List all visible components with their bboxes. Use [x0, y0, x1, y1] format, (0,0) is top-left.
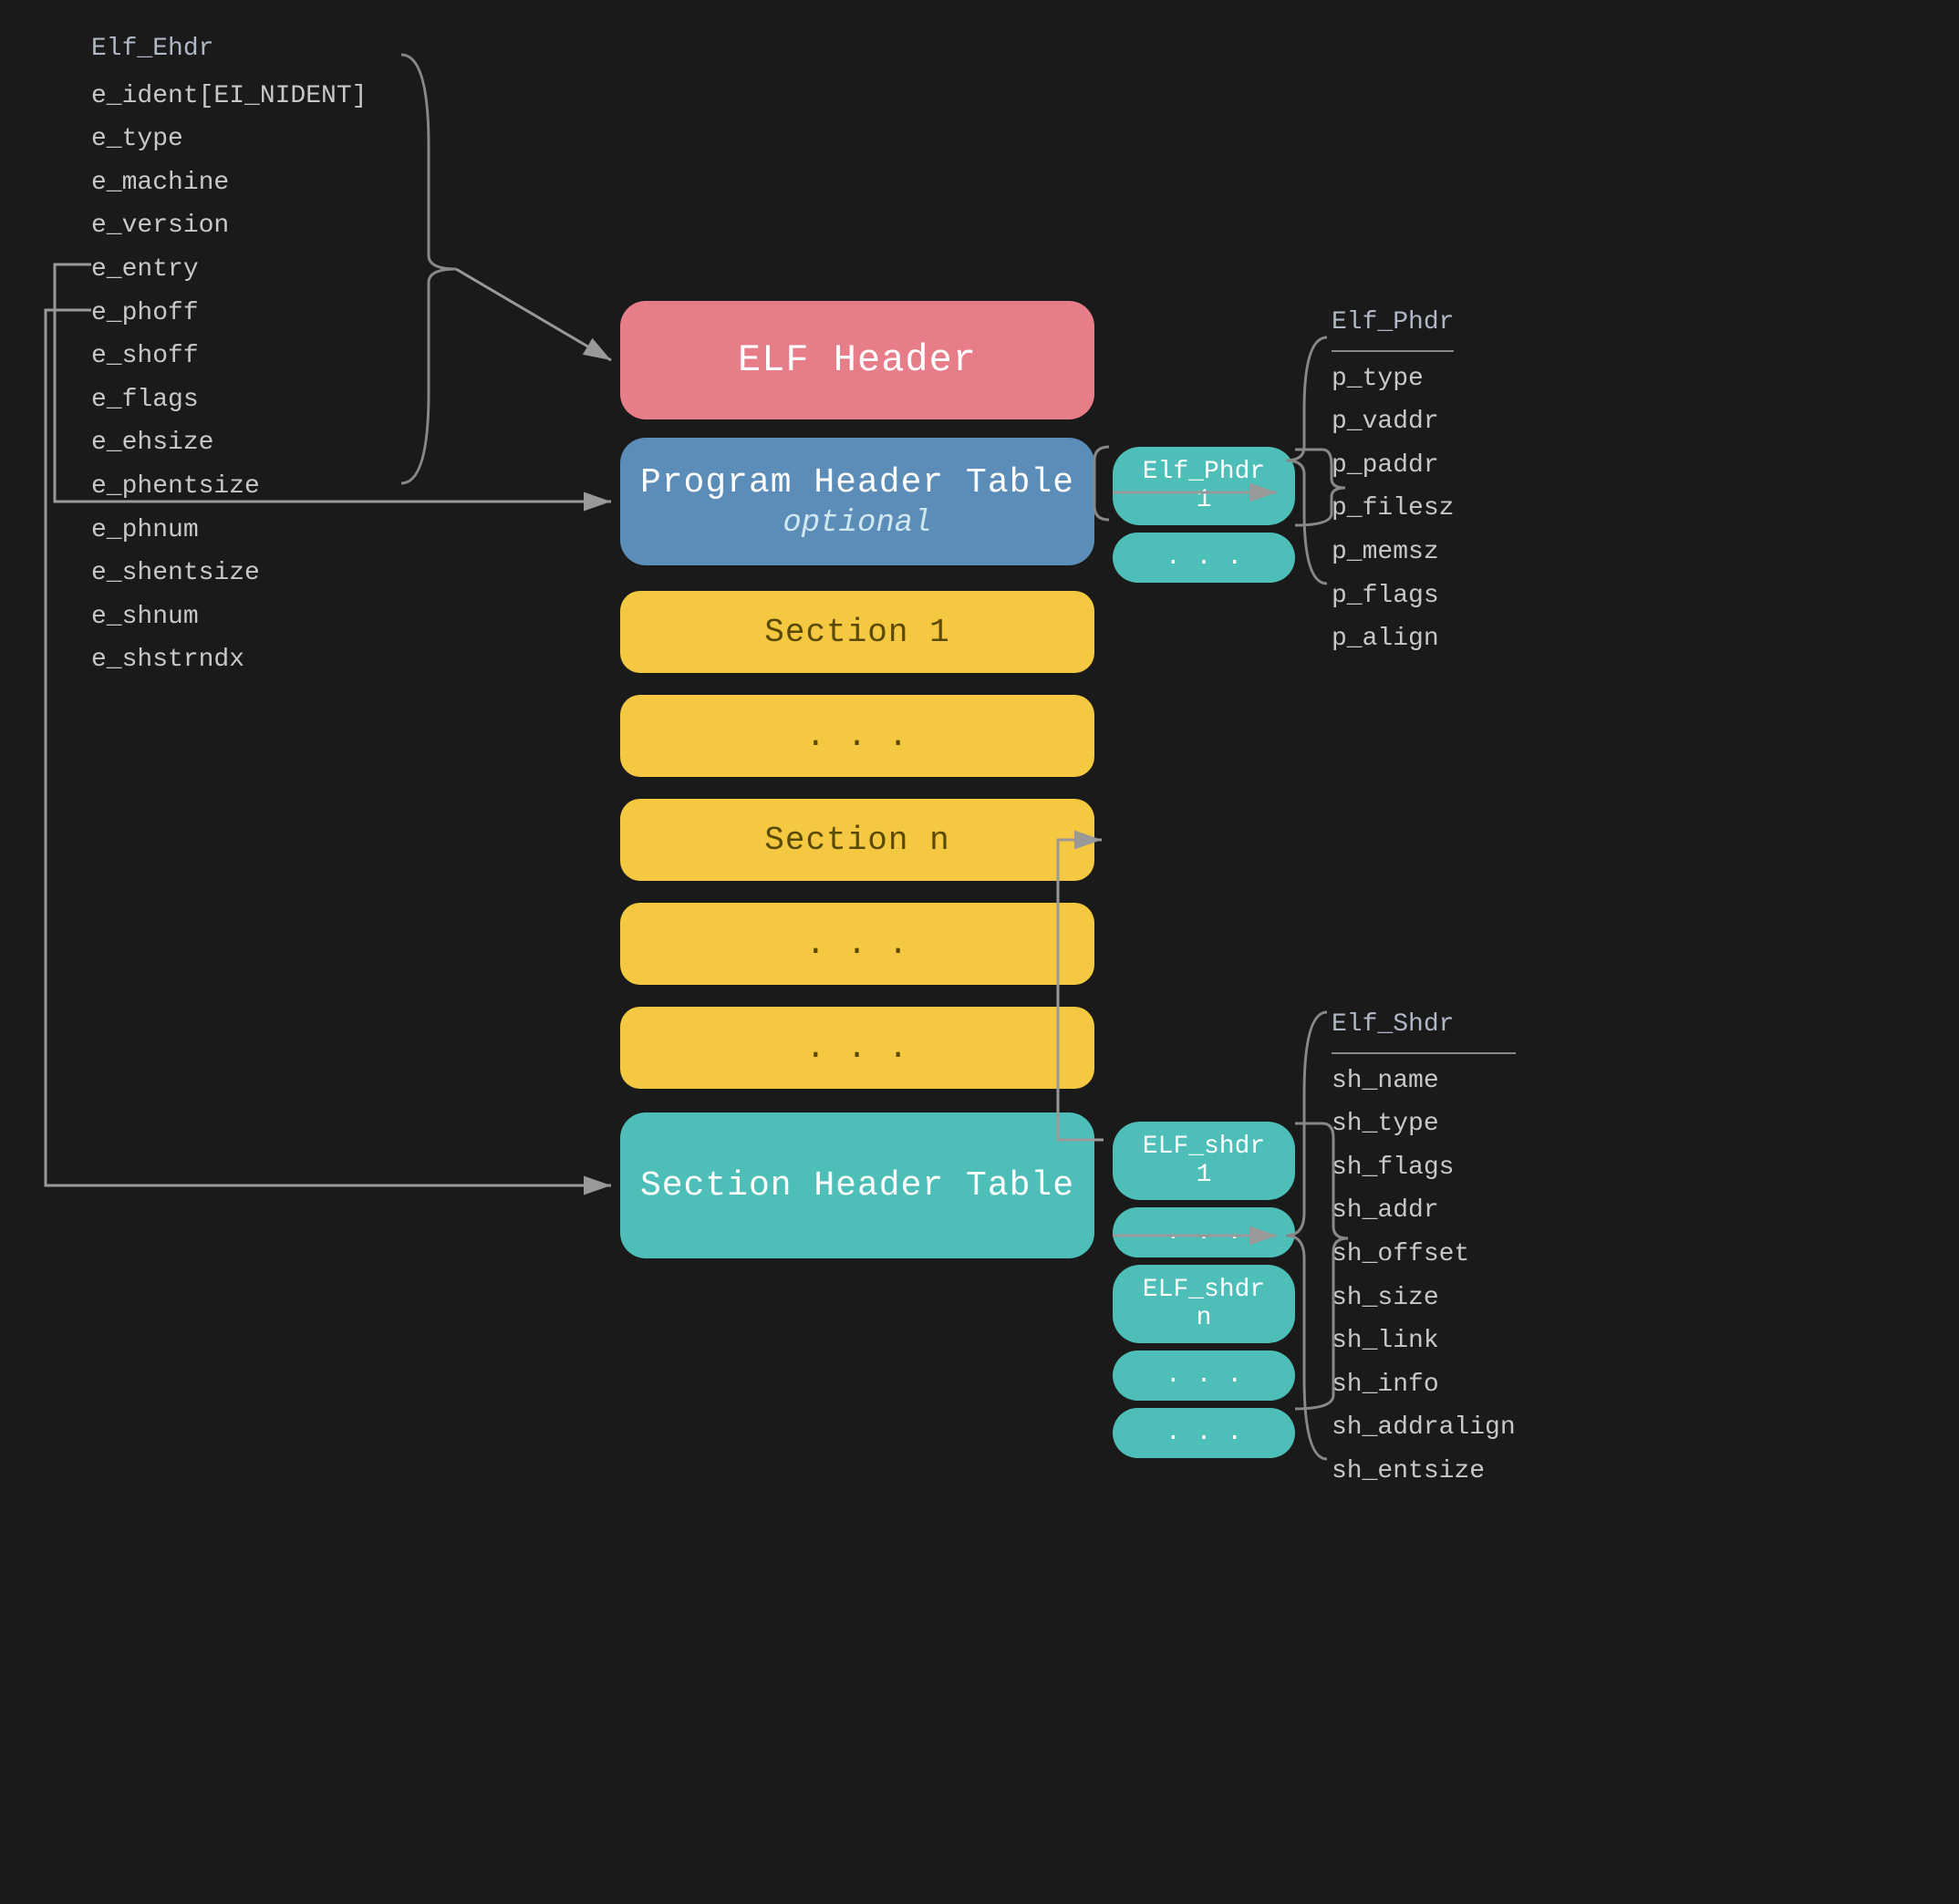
section-dots3-label: . . . [805, 1030, 908, 1067]
section-header-table-box: Section Header Table [620, 1112, 1094, 1258]
ehdr-field-11: e_shentsize [91, 552, 367, 595]
shdr-struct-title: Elf_Shdr [1332, 1003, 1516, 1054]
ehdr-field-12: e_shnum [91, 595, 367, 639]
shdr-field-6: sh_link [1332, 1319, 1516, 1363]
diagram-container: ELF Header Program Header Table optional… [0, 0, 1959, 1904]
section-1-label: Section 1 [764, 614, 949, 651]
elf-header-label: ELF Header [738, 338, 977, 382]
section-dots3-box: . . . [620, 1007, 1094, 1089]
phdr-field-0: p_type [1332, 357, 1454, 401]
shdr-field-5: sh_size [1332, 1277, 1516, 1320]
section-n-box: Section n [620, 799, 1094, 881]
program-header-table-box: Program Header Table optional [620, 438, 1094, 565]
shdr-bubble-0: ELF_shdr 1 [1113, 1122, 1295, 1200]
ehdr-field-7: e_flags [91, 378, 367, 422]
section-dots1-box: . . . [620, 695, 1094, 777]
section-1-box: Section 1 [620, 591, 1094, 673]
ehdr-field-4: e_entry [91, 248, 367, 292]
ehdr-fields: Elf_Ehdr e_ident[EI_NIDENT] e_type e_mac… [91, 27, 367, 682]
phdr-field-1: p_vaddr [1332, 400, 1454, 444]
ehdr-field-2: e_machine [91, 161, 367, 205]
ehdr-field-8: e_ehsize [91, 421, 367, 465]
ehdr-field-10: e_phnum [91, 509, 367, 553]
shdr-field-1: sh_type [1332, 1102, 1516, 1146]
program-header-label: Program Header Table [640, 463, 1074, 502]
phdr-fields: Elf_Phdr p_type p_vaddr p_paddr p_filesz… [1332, 301, 1454, 661]
section-dots1-label: . . . [805, 718, 908, 755]
phdr-field-6: p_align [1332, 617, 1454, 661]
section-n-label: Section n [764, 822, 949, 859]
ehdr-field-1: e_type [91, 118, 367, 161]
elf-header-box: ELF Header [620, 301, 1094, 419]
shdr-field-0: sh_name [1332, 1060, 1516, 1103]
shdr-bubble-3: . . . [1113, 1350, 1295, 1401]
shdr-bubble-1: . . . [1113, 1207, 1295, 1257]
shdr-field-3: sh_addr [1332, 1189, 1516, 1233]
section-header-table-label: Section Header Table [640, 1166, 1074, 1206]
ehdr-field-6: e_shoff [91, 335, 367, 378]
section-dots2-box: . . . [620, 903, 1094, 985]
program-header-sublabel: optional [783, 506, 931, 541]
shdr-field-4: sh_offset [1332, 1233, 1516, 1277]
shdr-bubble-2: ELF_shdr n [1113, 1265, 1295, 1343]
phdr-bubble-1: . . . [1113, 533, 1295, 583]
ehdr-struct-title: Elf_Ehdr [91, 27, 367, 71]
shdr-fields: Elf_Shdr sh_name sh_type sh_flags sh_add… [1332, 1003, 1516, 1494]
ehdr-field-5: e_phoff [91, 292, 367, 336]
shdr-field-9: sh_entsize [1332, 1450, 1516, 1494]
shdr-field-2: sh_flags [1332, 1146, 1516, 1190]
ehdr-field-13: e_shstrndx [91, 638, 367, 682]
shdr-field-8: sh_addralign [1332, 1406, 1516, 1450]
phdr-field-2: p_paddr [1332, 444, 1454, 488]
shdr-bubble-group: ELF_shdr 1 . . . ELF_shdr n . . . . . . [1113, 1122, 1295, 1458]
phdr-struct-title: Elf_Phdr [1332, 301, 1454, 352]
ehdr-field-9: e_phentsize [91, 465, 367, 509]
ehdr-field-3: e_version [91, 204, 367, 248]
phdr-bubble-group: Elf_Phdr 1 . . . [1113, 447, 1295, 583]
phdr-field-5: p_flags [1332, 574, 1454, 618]
phdr-bubble-0: Elf_Phdr 1 [1113, 447, 1295, 525]
ehdr-field-0: e_ident[EI_NIDENT] [91, 75, 367, 119]
phdr-field-4: p_memsz [1332, 531, 1454, 574]
phdr-field-3: p_filesz [1332, 487, 1454, 531]
section-dots2-label: . . . [805, 926, 908, 963]
shdr-bubble-4: . . . [1113, 1408, 1295, 1458]
shdr-field-7: sh_info [1332, 1363, 1516, 1407]
